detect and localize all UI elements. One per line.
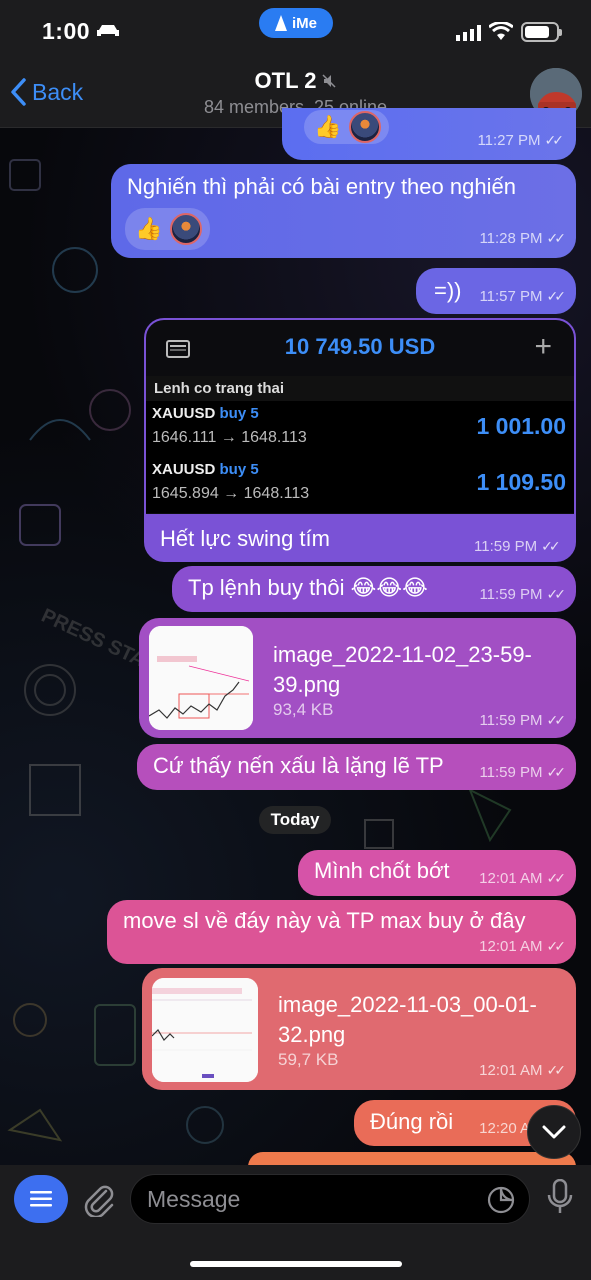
message-time: 11:27 PM (477, 132, 541, 149)
message-bubble[interactable]: Tp lệnh buy thôi 😂😂😂 11:59 PM ✓✓ (172, 566, 576, 612)
hamburger-menu-icon (30, 1191, 52, 1207)
file-name: image_2022-11-03_00-01- 32.png (278, 992, 537, 1047)
message-bubble[interactable]: Nghiến thì phải có bài entry theo nghiến… (111, 164, 576, 258)
file-message-bubble[interactable]: image_2022-11-03_00-01- 32.png 59,7 KB 1… (142, 968, 576, 1090)
message-time: 12:01 AM (479, 870, 543, 887)
trade-prices: 1646.111 → 1648.113 (152, 429, 307, 446)
cellular-signal-icon (456, 25, 482, 46)
status-bar: 1:00 iMe (0, 0, 591, 60)
message-text: Nghiến thì phải có bài entry theo nghiến (127, 174, 516, 199)
file-message-bubble[interactable]: image_2022-11-02_23-59- 39.png 93,4 KB 1… (139, 618, 576, 738)
account-balance: 10 749.50 USD (284, 334, 436, 359)
image-thumbnail[interactable] (152, 978, 258, 1082)
composer-bar (0, 1165, 591, 1280)
read-checkmarks-icon: ✓✓ (544, 132, 565, 148)
read-checkmarks-icon: ✓✓ (546, 586, 567, 602)
chevron-down-icon (542, 1125, 566, 1139)
thumbs-up-icon: 👍 (314, 114, 342, 139)
message-time: 11:57 PM (479, 288, 543, 305)
ime-label: iMe (291, 14, 317, 32)
trade-side: buy 5 (219, 405, 259, 422)
ime-logo-icon (274, 15, 287, 31)
muted-icon (322, 74, 336, 88)
message-text: Mình chốt bớt (314, 858, 450, 883)
plus-icon[interactable]: + (534, 330, 552, 364)
message-bubble[interactable]: Mình chốt bớt 12:01 AM ✓✓ (298, 850, 576, 896)
read-checkmarks-icon: ✓✓ (546, 712, 567, 728)
message-text: move sl về đáy này và TP max buy ở đây (123, 908, 526, 933)
ime-badge[interactable]: iMe (259, 8, 333, 38)
trade-row: XAUUSD buy 5 1646.111 → 1648.113 1 001.0… (146, 401, 574, 457)
microphone-icon[interactable] (547, 1178, 573, 1220)
paperclip-icon[interactable] (82, 1181, 114, 1222)
trade-row: XAUUSD buy 5 1645.894 → 1648.113 1 109.5… (146, 457, 574, 513)
trade-card[interactable]: 10 749.50 USD + Lenh co trang thai XAUUS… (146, 320, 574, 514)
chevron-left-icon (11, 78, 26, 106)
read-checkmarks-icon: ✓✓ (546, 764, 567, 780)
trade-section-title: Lenh co trang thai (146, 376, 574, 401)
read-checkmarks-icon: ✓✓ (546, 938, 567, 954)
trade-symbol: XAUUSD (152, 405, 216, 422)
message-bubble[interactable]: move sl về đáy này và TP max buy ở đây 1… (107, 900, 576, 964)
read-checkmarks-icon: ✓✓ (546, 870, 567, 886)
message-text: Tp lệnh buy thôi 😂😂😂 (188, 575, 428, 600)
message-input[interactable] (147, 1175, 477, 1223)
message-bubble[interactable]: Cứ thấy nến xấu là lặng lẽ TP 11:59 PM ✓… (137, 744, 576, 790)
message-text: Hết lực swing tím (160, 526, 330, 551)
read-checkmarks-icon: ✓✓ (546, 230, 567, 246)
message-time: 11:59 PM (474, 538, 538, 555)
message-text: Đúng rồi (370, 1109, 454, 1134)
reactor-avatar (170, 213, 203, 245)
message-bubble[interactable]: 👍 11:27 PM ✓✓ (282, 108, 576, 160)
message-text: Cứ thấy nến xấu là lặng lẽ TP (153, 753, 444, 778)
trade-prices: 1645.894 → 1648.113 (152, 485, 310, 502)
trade-profit: 1 001.00 (476, 413, 566, 439)
reactor-avatar (349, 111, 382, 143)
message-time: 12:01 AM (479, 1062, 543, 1079)
file-name: image_2022-11-02_23-59- 39.png (273, 642, 532, 697)
image-thumbnail[interactable] (149, 626, 253, 730)
wifi-icon (488, 21, 514, 45)
sticker-icon[interactable] (487, 1186, 515, 1219)
reaction-pill[interactable]: 👍 (304, 110, 390, 144)
file-size: 93,4 KB (273, 700, 334, 719)
trade-side: buy 5 (219, 461, 259, 478)
message-time: 12:01 AM (479, 938, 543, 955)
battery-icon (521, 22, 562, 42)
message-time: 11:59 PM (479, 712, 543, 729)
message-bubble[interactable]: =)) 11:57 PM ✓✓ (416, 268, 576, 314)
status-time: 1:00 (42, 18, 91, 44)
car-icon (96, 24, 120, 43)
message-time: 11:59 PM (479, 764, 543, 781)
read-checkmarks-icon: ✓✓ (546, 288, 567, 304)
message-time: 11:28 PM (479, 230, 543, 247)
reaction-pill[interactable]: 👍 (125, 208, 211, 250)
back-button[interactable]: Back (10, 78, 83, 106)
file-size: 59,7 KB (278, 1050, 339, 1069)
scroll-to-bottom-button[interactable] (527, 1105, 581, 1159)
date-divider: Today (259, 806, 331, 834)
message-field[interactable] (130, 1174, 530, 1224)
home-indicator (190, 1261, 402, 1267)
chat-title: OTL 2 (254, 68, 317, 93)
bot-menu-button[interactable] (14, 1175, 68, 1223)
read-checkmarks-icon: ✓✓ (546, 1062, 567, 1078)
read-checkmarks-icon: ✓✓ (541, 538, 561, 554)
trade-symbol: XAUUSD (152, 461, 216, 478)
thumbs-up-icon: 👍 (135, 216, 163, 241)
message-text: =)) (434, 278, 462, 303)
trade-profit: 1 109.50 (476, 469, 566, 495)
back-label: Back (32, 78, 84, 105)
message-time: 11:59 PM (479, 586, 543, 603)
